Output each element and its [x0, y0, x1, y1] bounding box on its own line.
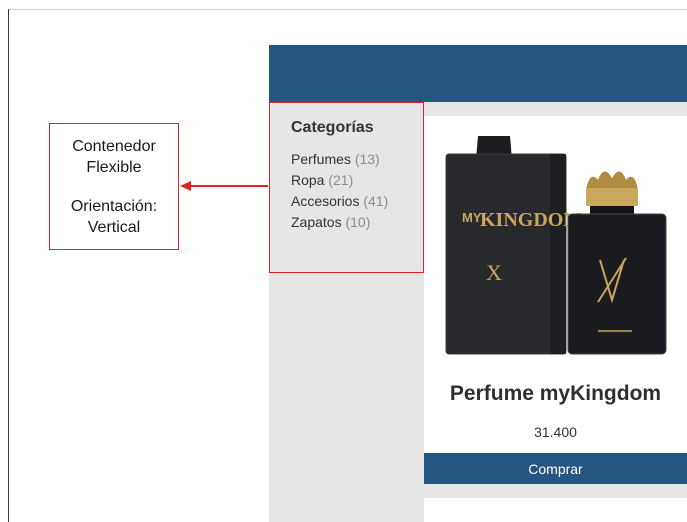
- product-card: MY KINGDOM X Perfume myKingdom 31.400: [424, 116, 687, 454]
- category-item-zapatos[interactable]: Zapatos (10): [291, 212, 401, 233]
- category-label: Accesorios: [291, 193, 360, 209]
- svg-text:MY: MY: [462, 210, 482, 225]
- category-label: Zapatos: [291, 214, 342, 230]
- annotation-line: Contenedor: [72, 137, 156, 155]
- category-item-perfumes[interactable]: Perfumes (13): [291, 149, 401, 170]
- annotation-line: Orientación:: [70, 197, 158, 215]
- category-label: Perfumes: [291, 151, 351, 167]
- annotation-line: Flexible: [86, 158, 142, 176]
- perfume-bottle-icon[interactable]: MY KINGDOM X: [440, 130, 668, 362]
- annotation-line: Vertical: [87, 218, 141, 236]
- category-count: (13): [354, 151, 380, 167]
- annotation-arrow-line: [190, 185, 268, 187]
- site-header: [269, 45, 687, 102]
- category-label: Ropa: [291, 172, 325, 188]
- frame-left-border: [8, 9, 9, 522]
- sidebar-title: Categorías: [291, 119, 374, 136]
- buy-button[interactable]: Comprar: [424, 453, 687, 484]
- product-name[interactable]: Perfume myKingdom: [424, 382, 687, 406]
- svg-text:KINGDOM: KINGDOM: [480, 209, 582, 231]
- annotation-box: Contenedor Flexible Orientación: Vertica…: [49, 123, 179, 250]
- arrow-left-icon: [180, 181, 191, 191]
- category-item-accesorios[interactable]: Accesorios (41): [291, 191, 401, 212]
- product-price: 31.400: [534, 424, 577, 440]
- category-count: (21): [328, 172, 354, 188]
- category-count: (10): [345, 214, 371, 230]
- next-product-card: [424, 498, 687, 522]
- frame-top-border: [8, 9, 687, 10]
- category-count: (41): [363, 193, 389, 209]
- category-item-ropa[interactable]: Ropa (21): [291, 170, 401, 191]
- category-sidebar: Categorías Perfumes (13) Ropa (21) Acces…: [269, 102, 424, 273]
- svg-text:X: X: [486, 260, 502, 285]
- site-mockup: Categorías Perfumes (13) Ropa (21) Acces…: [269, 45, 687, 522]
